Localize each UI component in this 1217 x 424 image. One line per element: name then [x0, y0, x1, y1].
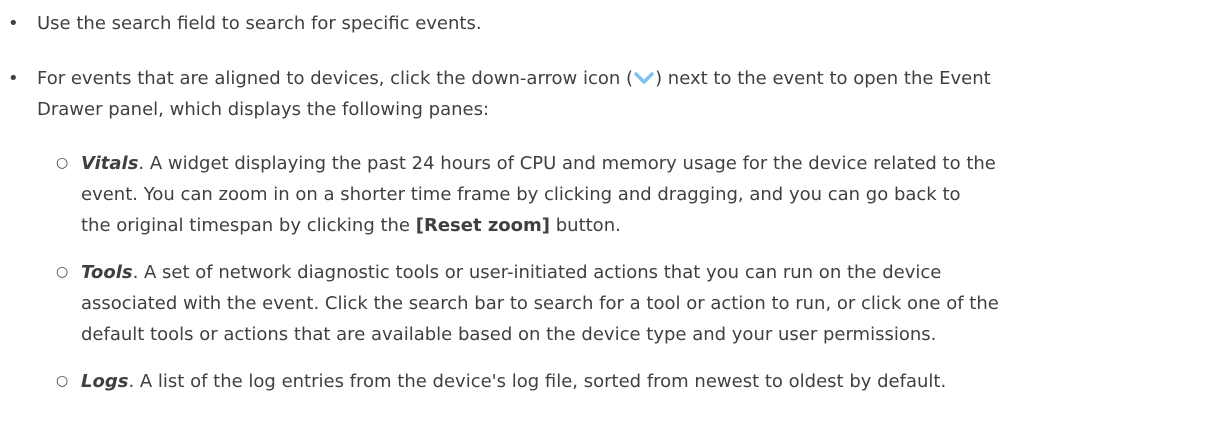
pane-tools-line2: associated with the event. Click the sea… [81, 288, 1201, 319]
bullet-marker: • [8, 13, 19, 34]
pane-desc-line2: event. You can zoom in on a shorter time… [81, 184, 961, 205]
pane-desc-line2: associated with the event. Click the sea… [81, 293, 999, 314]
pane-tools-line3: default tools or actions that are availa… [81, 319, 1201, 350]
pane-logs: Logs. A list of the log entries from the… [81, 366, 1201, 397]
pane-desc-line1: . A widget displaying the past 24 hours … [138, 153, 996, 174]
bullet-event-drawer: For events that are aligned to devices, … [37, 63, 991, 94]
pane-desc-line1: . A list of the log entries from the dev… [128, 371, 947, 392]
pane-tools: Tools. A set of network diagnostic tools… [81, 257, 1201, 288]
reset-zoom-label: [Reset zoom] [415, 215, 551, 236]
pane-desc-line1: . A set of network diagnostic tools or u… [132, 262, 942, 283]
bullet-marker: • [8, 68, 19, 89]
bullet-text-line2: Drawer panel, which displays the followi… [37, 99, 490, 120]
bullet-search-field: Use the search field to search for speci… [37, 8, 482, 39]
chevron-down-icon [634, 64, 654, 84]
documentation-page: • Use the search field to search for spe… [0, 0, 1217, 424]
bullet-event-drawer-line2: Drawer panel, which displays the followi… [37, 94, 489, 125]
pane-vitals-line3: the original timespan by clicking the [R… [81, 210, 1201, 241]
bullet-text-after-icon: ) next to the event to open the Event [655, 68, 991, 89]
pane-vitals: Vitals. A widget displaying the past 24 … [81, 148, 1201, 179]
pane-desc-line3: default tools or actions that are availa… [81, 324, 937, 345]
pane-term-vitals: Vitals [81, 153, 139, 174]
sub-bullet-marker: ○ [56, 155, 69, 171]
pane-desc-line3-end: button. [550, 215, 621, 236]
pane-vitals-line2: event. You can zoom in on a shorter time… [81, 179, 1201, 210]
sub-bullet-marker: ○ [56, 264, 69, 280]
pane-term-logs: Logs [81, 371, 129, 392]
sub-bullet-marker: ○ [56, 373, 69, 389]
pane-term-tools: Tools [81, 262, 133, 283]
bullet-text: Use the search field to search for speci… [37, 13, 482, 34]
bullet-text-before-icon: For events that are aligned to devices, … [37, 68, 634, 89]
pane-desc-line3: the original timespan by clicking the [81, 215, 416, 236]
